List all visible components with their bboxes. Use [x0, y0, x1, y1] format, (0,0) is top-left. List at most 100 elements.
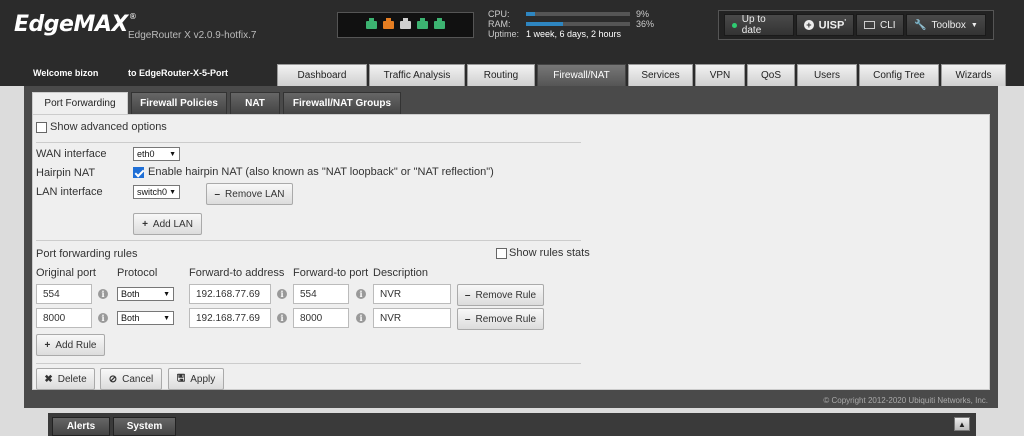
- status-dot-icon: [732, 22, 737, 28]
- cli-label: CLI: [880, 19, 896, 31]
- chevron-down-icon: ▼: [169, 188, 176, 196]
- ram-label: RAM:: [488, 19, 511, 29]
- chevron-down-icon: ▼: [970, 21, 978, 29]
- apply-label: Apply: [190, 373, 216, 385]
- cpu-bar: [526, 12, 630, 16]
- info-icon[interactable]: i: [98, 289, 108, 299]
- toolbox-button[interactable]: 🔧 Toolbox ▼: [906, 14, 986, 36]
- ram-bar-fill: [526, 22, 564, 26]
- port-icon[interactable]: [417, 18, 428, 29]
- minus-icon: –: [464, 313, 471, 325]
- tab-routing[interactable]: Routing: [467, 64, 535, 86]
- table-row: 8000 i Both ▼ 192.168.77.69 i 8000 i NVR …: [36, 308, 581, 330]
- toolbox-label: Toolbox: [931, 19, 966, 31]
- cpu-label: CPU:: [488, 9, 510, 19]
- port-status-panel: [337, 12, 474, 38]
- description-input[interactable]: NVR: [373, 284, 451, 304]
- tab-qos[interactable]: QoS: [747, 64, 795, 86]
- delete-label: Delete: [57, 373, 87, 385]
- bottom-bar: Alerts System ▲: [48, 413, 976, 436]
- tab-vpn[interactable]: VPN: [695, 64, 745, 86]
- port-icon[interactable]: [434, 18, 445, 29]
- port-icon[interactable]: [366, 18, 377, 29]
- tab-firewall-nat-groups[interactable]: Firewall/NAT Groups: [283, 92, 401, 114]
- chevron-down-icon: ▼: [163, 314, 170, 322]
- delete-button[interactable]: ✖ Delete: [36, 368, 95, 390]
- minus-icon: –: [464, 289, 471, 301]
- hairpin-nat-checkbox[interactable]: [133, 166, 144, 178]
- forward-port-input[interactable]: 554: [293, 284, 349, 304]
- tab-config-tree[interactable]: Config Tree: [859, 64, 939, 86]
- hairpin-nat-row: Enable hairpin NAT (also known as "NAT l…: [133, 166, 494, 178]
- info-icon[interactable]: i: [356, 313, 366, 323]
- tab-alerts[interactable]: Alerts: [52, 417, 110, 436]
- protocol-select[interactable]: Both ▼: [117, 311, 174, 325]
- show-stats-checkbox[interactable]: [496, 247, 507, 259]
- info-icon[interactable]: i: [277, 289, 287, 299]
- tab-nat[interactable]: NAT: [230, 92, 280, 114]
- lan-interface-label: LAN interface: [36, 186, 103, 198]
- welcome-text: Welcome bizon: [33, 68, 99, 78]
- tab-firewall-policies[interactable]: Firewall Policies: [131, 92, 227, 114]
- main-tabs: Dashboard Traffic Analysis Routing Firew…: [277, 64, 1006, 86]
- add-lan-button[interactable]: + Add LAN: [133, 213, 202, 235]
- add-rule-label: Add Rule: [55, 339, 97, 351]
- col-description: Description: [373, 267, 429, 279]
- lan-interface-value: switch0: [137, 187, 168, 197]
- protocol-select[interactable]: Both ▼: [117, 287, 174, 301]
- description-input[interactable]: NVR: [373, 308, 451, 328]
- forward-address-input[interactable]: 192.168.77.69: [189, 308, 271, 328]
- firmware-version: EdgeRouter X v2.0.9-hotfix.7: [128, 30, 257, 41]
- uisp-button[interactable]: + UISP': [796, 14, 854, 36]
- toolbar: Up to date + UISP' CLI 🔧 Toolbox ▼: [718, 10, 994, 40]
- remove-lan-button[interactable]: – Remove LAN: [206, 183, 293, 205]
- tab-dashboard[interactable]: Dashboard: [277, 64, 367, 86]
- up-to-date-button[interactable]: Up to date: [724, 14, 794, 36]
- copyright-text: © Copyright 2012-2020 Ubiquiti Networks,…: [823, 396, 988, 405]
- divider: [36, 142, 581, 143]
- original-port-input[interactable]: 554: [36, 284, 92, 304]
- original-port-input[interactable]: 8000: [36, 308, 92, 328]
- info-icon[interactable]: i: [277, 313, 287, 323]
- wan-interface-select[interactable]: eth0 ▼: [133, 147, 180, 161]
- tab-traffic-analysis[interactable]: Traffic Analysis: [369, 64, 465, 86]
- add-rule-button[interactable]: + Add Rule: [36, 334, 105, 356]
- hairpin-nat-label: Hairpin NAT: [36, 167, 96, 179]
- system-stats: CPU: 9% RAM: 36% Uptime: 1 week, 6 days,…: [488, 9, 654, 39]
- col-original-port: Original port: [36, 267, 96, 279]
- port-icon[interactable]: [400, 18, 411, 29]
- apply-button[interactable]: 🖫 Apply: [168, 368, 224, 390]
- ram-value: 36%: [636, 19, 655, 29]
- info-icon[interactable]: i: [98, 313, 108, 323]
- col-protocol: Protocol: [117, 267, 158, 279]
- forward-port-input[interactable]: 8000: [293, 308, 349, 328]
- remove-rule-label: Remove Rule: [475, 289, 537, 301]
- cancel-button[interactable]: ⊘ Cancel: [100, 368, 162, 390]
- tab-firewall-nat[interactable]: Firewall/NAT: [537, 64, 626, 86]
- remove-rule-label: Remove Rule: [475, 313, 537, 325]
- show-stats-label: Show rules stats: [509, 247, 590, 259]
- cancel-label: Cancel: [122, 373, 154, 385]
- forward-address-input[interactable]: 192.168.77.69: [189, 284, 271, 304]
- info-icon[interactable]: i: [356, 289, 366, 299]
- col-forward-address: Forward-to address: [189, 267, 285, 279]
- tab-services[interactable]: Services: [628, 64, 693, 86]
- port-icon[interactable]: [383, 18, 394, 29]
- remove-rule-button[interactable]: – Remove Rule: [457, 284, 544, 306]
- lan-interface-select[interactable]: switch0 ▼: [133, 185, 180, 199]
- remove-rule-button[interactable]: – Remove Rule: [457, 308, 544, 330]
- cli-button[interactable]: CLI: [856, 14, 904, 36]
- show-advanced-checkbox[interactable]: [36, 121, 47, 133]
- cpu-bar-fill: [526, 12, 536, 16]
- tab-users[interactable]: Users: [797, 64, 857, 86]
- tab-wizards[interactable]: Wizards: [941, 64, 1006, 86]
- terminal-icon: [864, 21, 875, 29]
- divider: [36, 240, 581, 241]
- tab-system[interactable]: System: [113, 417, 176, 436]
- chevron-up-icon[interactable]: ▲: [954, 417, 970, 431]
- tab-port-forwarding[interactable]: Port Forwarding: [32, 92, 128, 114]
- plus-circle-icon: +: [804, 20, 814, 30]
- rules-title: Port forwarding rules: [36, 248, 138, 260]
- plus-icon: +: [44, 339, 51, 351]
- table-row: 554 i Both ▼ 192.168.77.69 i 554 i NVR – R…: [36, 284, 581, 306]
